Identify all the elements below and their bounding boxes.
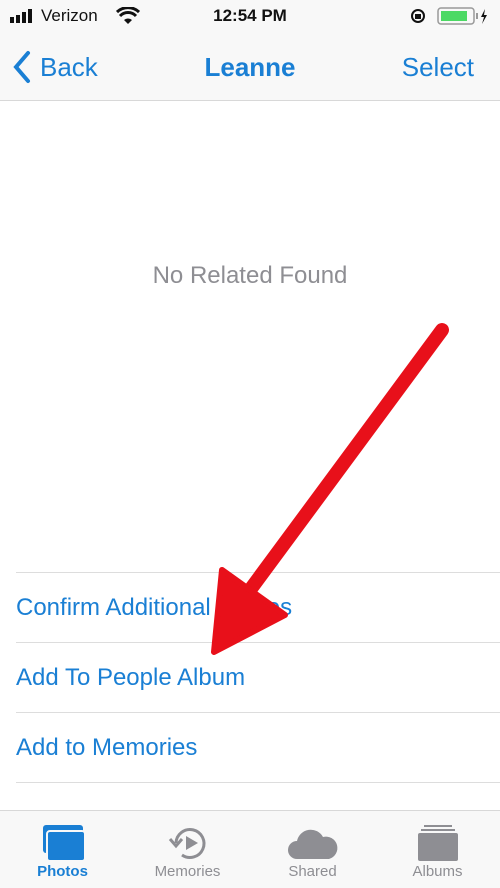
- tab-bar: Photos Memories Shared Albums: [0, 810, 500, 888]
- tab-label: Photos: [37, 863, 88, 880]
- cloud-icon: [287, 829, 337, 859]
- annotation-arrow: [211, 323, 449, 655]
- tab-photos[interactable]: Photos: [0, 811, 125, 888]
- albums-icon: [417, 825, 458, 861]
- tab-label: Shared: [288, 863, 337, 880]
- photos-icon: [42, 825, 86, 862]
- tab-shared[interactable]: Shared: [250, 811, 375, 888]
- tab-albums[interactable]: Albums: [375, 811, 500, 888]
- tab-label: Memories: [154, 863, 221, 880]
- tab-memories[interactable]: Memories: [125, 811, 250, 888]
- tab-label: Albums: [412, 863, 463, 880]
- memories-icon: [168, 828, 205, 859]
